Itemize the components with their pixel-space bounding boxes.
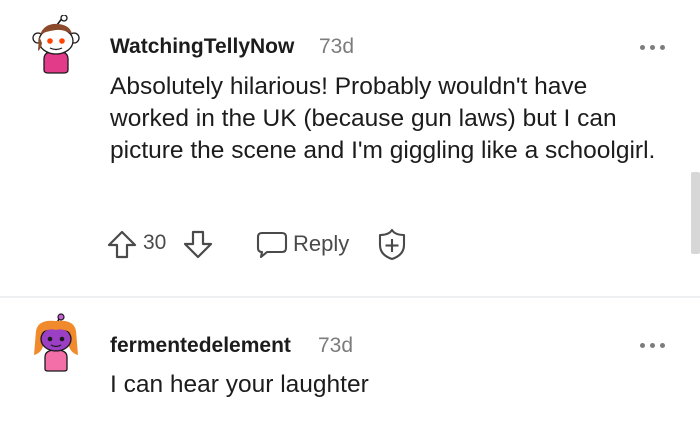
comment-body: Absolutely hilarious! Probably wouldn't … bbox=[110, 73, 656, 164]
comment-username[interactable]: WatchingTellyNow bbox=[110, 35, 294, 59]
comment-actions: 30 Reply bbox=[105, 226, 425, 262]
upvote-arrow-icon[interactable] bbox=[105, 226, 139, 262]
comment: WatchingTellyNow 73d Absolutely hilariou… bbox=[0, 0, 700, 296]
comment-body: I can hear your laughter bbox=[110, 371, 369, 398]
reply-button[interactable]: Reply bbox=[253, 226, 357, 262]
user-avatar[interactable] bbox=[30, 15, 82, 75]
reply-label: Reply bbox=[293, 231, 350, 256]
more-options-icon[interactable] bbox=[640, 340, 666, 350]
award-icon[interactable] bbox=[375, 226, 409, 262]
comment-timestamp[interactable]: 73d bbox=[318, 334, 353, 358]
vote-score: 30 bbox=[143, 231, 167, 254]
comment-username[interactable]: fermentedelement bbox=[110, 334, 291, 358]
comment-timestamp[interactable]: 73d bbox=[319, 35, 354, 59]
user-avatar[interactable] bbox=[30, 313, 82, 373]
comment: fermentedelement 73d I can hear your lau… bbox=[0, 298, 700, 425]
downvote-arrow-icon[interactable] bbox=[181, 226, 215, 262]
more-options-icon[interactable] bbox=[640, 42, 666, 52]
reply-bubble-icon bbox=[256, 231, 288, 258]
scrollbar-thumb[interactable] bbox=[691, 172, 700, 254]
